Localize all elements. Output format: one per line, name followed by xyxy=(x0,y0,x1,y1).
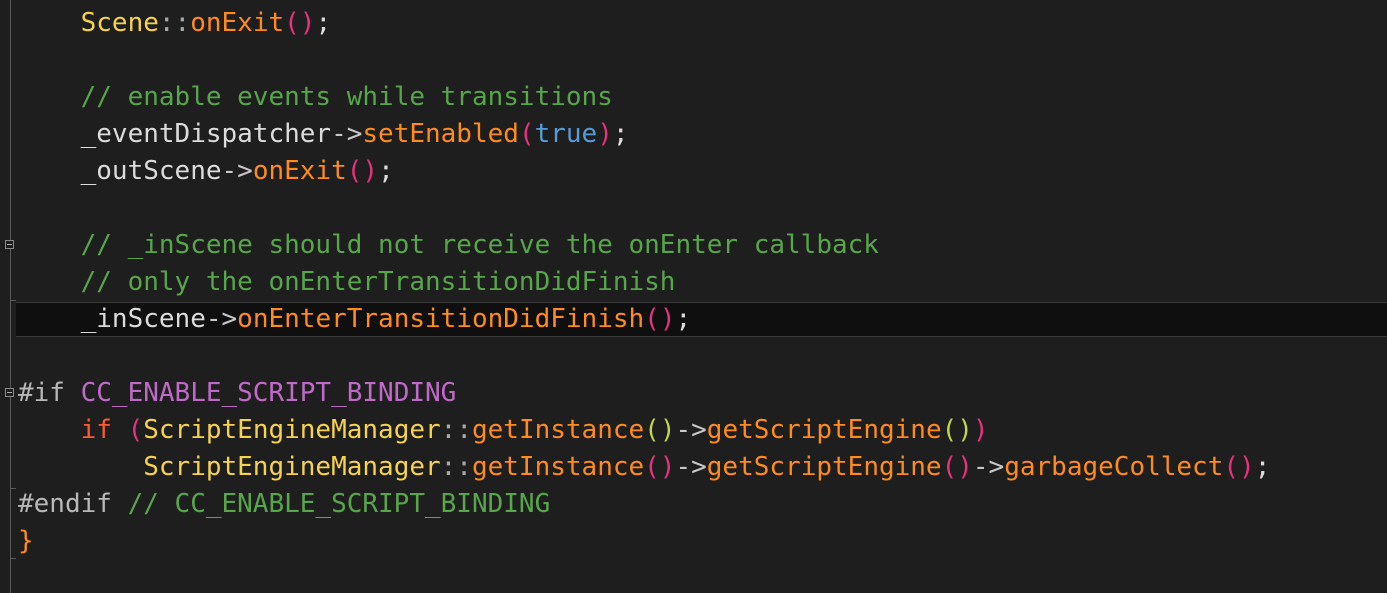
fold-end-marker xyxy=(10,300,16,301)
code-token: CC_ENABLE_SCRIPT_BINDING xyxy=(80,378,457,408)
code-token: setEnabled xyxy=(362,119,519,149)
code-line[interactable]: #endif // CC_ENABLE_SCRIPT_BINDING xyxy=(18,486,550,523)
code-token: -> xyxy=(972,452,1005,482)
code-line[interactable]: Scene::onExit(); xyxy=(18,5,331,42)
code-token: () xyxy=(644,415,676,445)
code-line[interactable]: // _inScene should not receive the onEnt… xyxy=(18,227,879,264)
code-line[interactable]: _outScene->onExit(); xyxy=(18,153,394,190)
fold-end-marker xyxy=(10,488,16,489)
code-token: // only the onEnterTransitionDidFinish xyxy=(80,267,676,297)
code-line[interactable]: } xyxy=(18,523,34,560)
code-token: ( xyxy=(127,415,144,445)
code-token: :: xyxy=(440,452,472,482)
code-token: } xyxy=(18,526,34,556)
code-token: onExit xyxy=(190,8,285,38)
code-token: () xyxy=(284,8,316,38)
code-token: -> xyxy=(221,156,253,186)
code-token: () xyxy=(941,452,973,482)
code-token: Scene xyxy=(80,8,159,38)
code-token: ; xyxy=(675,304,692,334)
code-token: #if xyxy=(18,378,81,408)
code-token: () xyxy=(346,156,379,186)
code-token: :: xyxy=(158,8,191,38)
code-token: ScriptEngineManager xyxy=(143,452,441,482)
collapse-comment-block-icon[interactable] xyxy=(5,240,14,249)
code-token: ; xyxy=(378,156,394,186)
code-token: getScriptEngine xyxy=(706,452,942,482)
code-token: _eventDispatcher xyxy=(80,119,332,149)
code-line[interactable]: _inScene->onEnterTransitionDidFinish(); xyxy=(18,301,692,338)
code-token: if xyxy=(80,415,112,445)
code-token: #endif xyxy=(18,489,128,519)
code-token: garbageCollect xyxy=(1004,452,1224,482)
code-line[interactable]: if (ScriptEngineManager::getInstance()->… xyxy=(18,412,989,449)
code-token: getInstance xyxy=(471,452,645,482)
code-token: -> xyxy=(675,452,707,482)
code-token: _outScene xyxy=(80,156,222,186)
code-token: ) xyxy=(597,119,613,149)
code-token: -> xyxy=(331,119,363,149)
code-token: // _inScene should not receive the onEnt… xyxy=(80,230,879,260)
fold-end-marker xyxy=(10,558,16,559)
code-line[interactable]: ScriptEngineManager::getInstance()->getS… xyxy=(18,449,1270,486)
code-token: _inScene xyxy=(80,304,206,334)
code-line[interactable]: // enable events while transitions xyxy=(18,79,613,116)
code-token: true xyxy=(534,119,598,149)
outline-guide xyxy=(10,0,11,593)
code-line[interactable]: _eventDispatcher->setEnabled(true); xyxy=(18,116,629,153)
code-token: onExit xyxy=(252,156,347,186)
code-token: ) xyxy=(972,415,989,445)
code-token: ScriptEngineManager xyxy=(143,415,441,445)
code-token: () xyxy=(941,415,973,445)
code-token: -> xyxy=(675,415,707,445)
code-token: ( xyxy=(518,119,535,149)
code-line[interactable]: #if CC_ENABLE_SCRIPT_BINDING xyxy=(18,375,456,412)
code-token: ; xyxy=(612,119,629,149)
collapse-preprocessor-block-icon[interactable] xyxy=(5,388,14,397)
code-token: -> xyxy=(205,304,238,334)
code-token: () xyxy=(644,304,676,334)
code-token: ; xyxy=(315,8,332,38)
code-line[interactable]: // only the onEnterTransitionDidFinish xyxy=(18,264,676,301)
code-token: () xyxy=(644,452,676,482)
code-editor[interactable]: Scene::onExit(); // enable events while … xyxy=(0,0,1387,593)
code-token: () xyxy=(1223,452,1255,482)
code-token: onEnterTransitionDidFinish xyxy=(237,304,645,334)
code-token: getInstance xyxy=(471,415,645,445)
code-token: // enable events while transitions xyxy=(80,82,613,112)
code-token: :: xyxy=(440,415,472,445)
code-token: getScriptEngine xyxy=(706,415,942,445)
code-token: // CC_ENABLE_SCRIPT_BINDING xyxy=(127,489,551,519)
code-token: ; xyxy=(1254,452,1271,482)
